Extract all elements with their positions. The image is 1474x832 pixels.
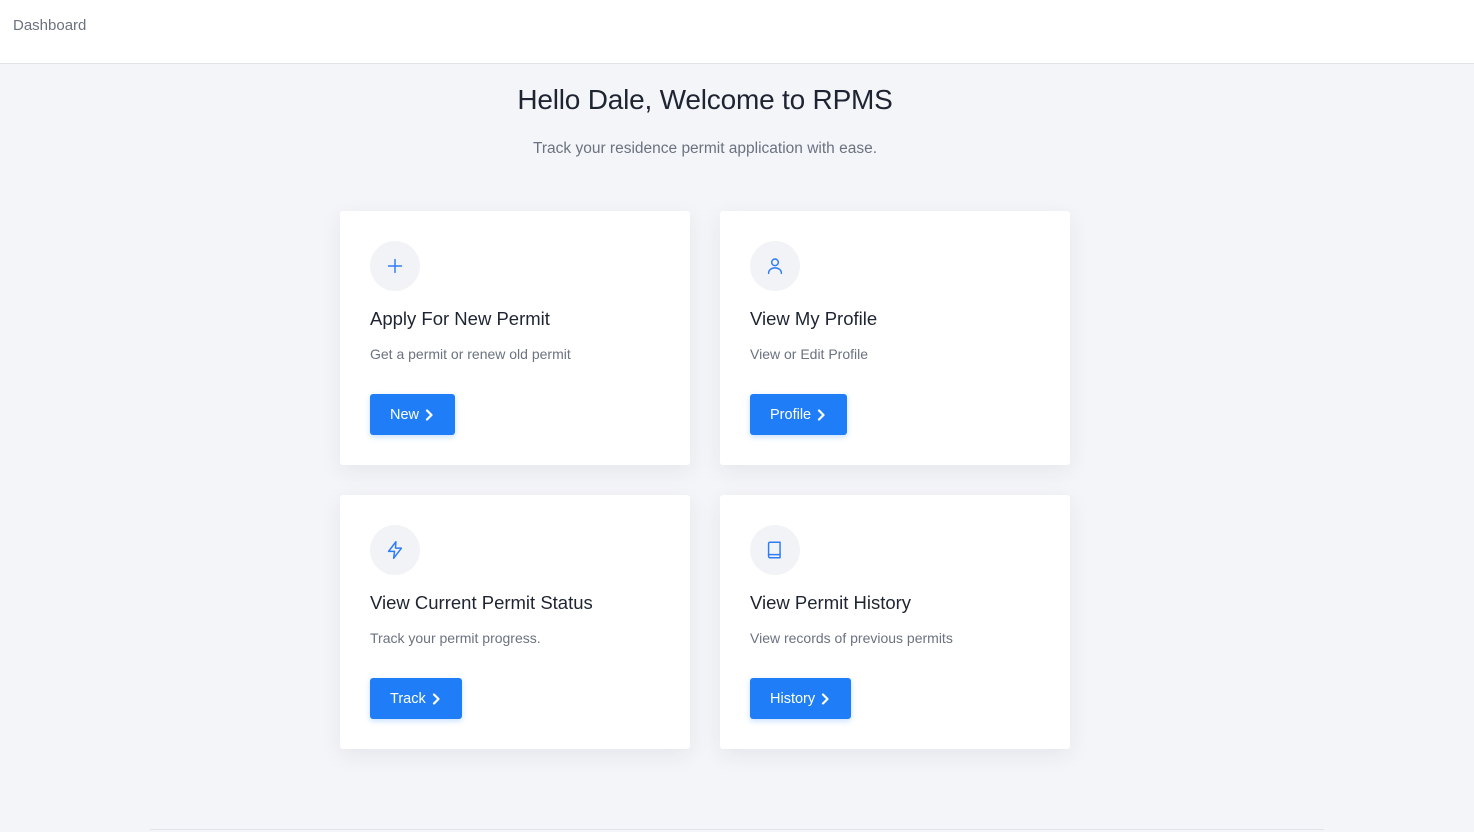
card-description: View or Edit Profile bbox=[750, 346, 869, 362]
page-title: Hello Dale, Welcome to RPMS bbox=[517, 84, 893, 115]
profile-button[interactable]: Profile bbox=[750, 394, 848, 435]
card-description: Get a permit or renew old permit bbox=[370, 346, 571, 362]
chevron-right-icon bbox=[815, 408, 827, 422]
card-apply-new-permit: Apply For New Permit Get a permit or ren… bbox=[340, 211, 690, 465]
card-title: View Current Permit Status bbox=[370, 592, 593, 613]
button-label: History bbox=[770, 690, 816, 707]
card-description: View records of previous permits bbox=[750, 630, 953, 646]
user-icon bbox=[750, 241, 800, 291]
button-label: Track bbox=[390, 690, 426, 707]
card-view-profile: View My Profile View or Edit Profile Pro… bbox=[720, 211, 1070, 465]
lightning-icon bbox=[370, 525, 420, 575]
card-permit-status: View Current Permit Status Track your pe… bbox=[340, 495, 690, 749]
track-button[interactable]: Track bbox=[370, 678, 462, 719]
card-description: Track your permit progress. bbox=[370, 630, 541, 646]
button-label: Profile bbox=[770, 406, 812, 423]
card-title: View Permit History bbox=[750, 592, 912, 613]
plus-icon bbox=[370, 241, 420, 291]
top-bar: Dashboard bbox=[0, 0, 1474, 64]
chevron-right-icon bbox=[819, 692, 831, 706]
card-title: Apply For New Permit bbox=[370, 308, 550, 329]
button-label: New bbox=[390, 406, 420, 423]
book-icon bbox=[750, 525, 800, 575]
breadcrumb-dashboard[interactable]: Dashboard bbox=[13, 17, 86, 34]
new-permit-button[interactable]: New bbox=[370, 394, 456, 435]
card-permit-history: View Permit History View records of prev… bbox=[720, 495, 1070, 749]
history-button[interactable]: History bbox=[750, 678, 852, 719]
page-subtitle: Track your residence permit application … bbox=[532, 140, 878, 157]
footer-divider bbox=[150, 829, 1324, 830]
chevron-right-icon bbox=[423, 408, 435, 422]
card-title: View My Profile bbox=[750, 308, 878, 329]
chevron-right-icon bbox=[430, 692, 442, 706]
